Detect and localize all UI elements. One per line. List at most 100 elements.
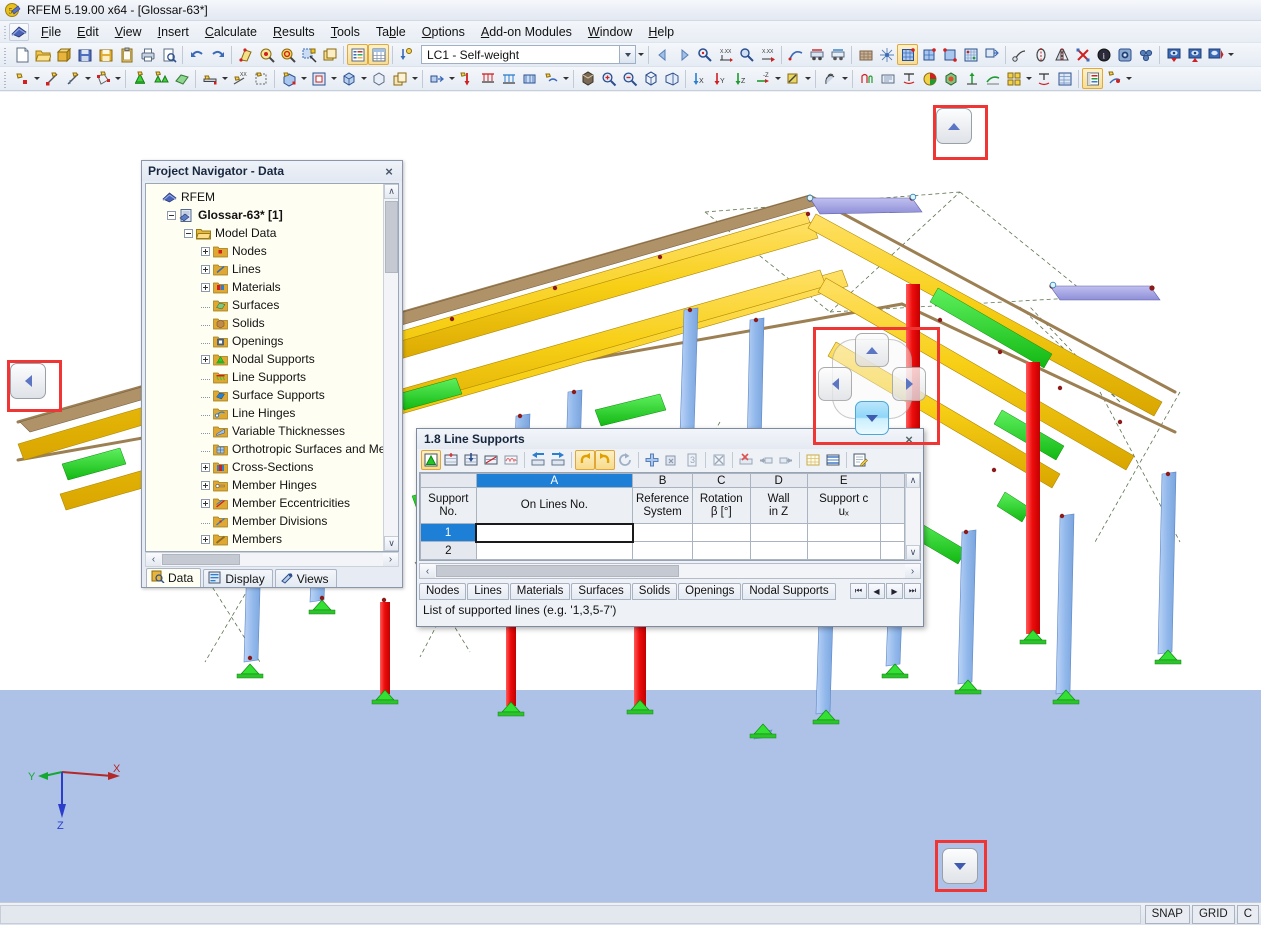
scroll-up-button[interactable]: ∧ (384, 184, 398, 199)
insert-row-icon[interactable] (441, 450, 461, 470)
expand-plus-icon[interactable] (201, 354, 210, 364)
menu-item-table[interactable]: Table (368, 23, 414, 41)
expand-plus-icon[interactable] (201, 534, 210, 544)
column-letter-header[interactable]: A (475, 473, 634, 488)
move-left-icon[interactable] (528, 450, 548, 470)
column-letter-header[interactable]: E (806, 473, 881, 488)
grid-vertical-scrollbar[interactable]: ∧ ∨ (905, 473, 920, 560)
new-polyline-icon[interactable] (92, 68, 113, 89)
sheet-tab-surfaces[interactable]: Surfaces (571, 582, 631, 600)
new-free-load-dropdown-arrow[interactable] (561, 68, 570, 89)
line-supports-table-window[interactable]: 1.8 Line Supports × 3 A B C D E Support … (416, 428, 924, 627)
settings-icon[interactable] (1114, 44, 1135, 65)
last-record-button[interactable]: ⏭ (904, 583, 921, 599)
copy-window-icon[interactable] (319, 44, 340, 65)
support-view-icon[interactable] (981, 44, 1002, 65)
result-report-icon[interactable] (1082, 68, 1103, 89)
status-badge[interactable]: GRID (1191, 904, 1235, 924)
toolbar-grip[interactable] (2, 45, 9, 64)
new-surface-icon[interactable] (171, 68, 192, 89)
tree-item-model-data[interactable]: Model Data (150, 224, 398, 242)
navigator-horizontal-scrollbar[interactable]: ‹ › (145, 552, 399, 567)
expand-plus-icon[interactable] (201, 498, 210, 508)
new-line-load-icon[interactable] (477, 68, 498, 89)
column-letter-header[interactable] (879, 473, 906, 488)
new-3d-dropdown-arrow[interactable] (359, 68, 368, 89)
new-member-icon[interactable] (199, 68, 220, 89)
menu-drag-grip[interactable] (2, 23, 8, 40)
redo-icon[interactable] (595, 450, 615, 470)
new-line-dim-icon[interactable]: I (62, 68, 83, 89)
surface-load-icon[interactable] (897, 44, 918, 65)
hinge-icon[interactable] (1009, 44, 1030, 65)
column-letter-header[interactable] (420, 473, 477, 488)
navigator-tabs[interactable]: Data Display Views (142, 567, 402, 587)
table-colors-icon[interactable] (823, 450, 843, 470)
table-cell-extra[interactable] (879, 523, 906, 542)
tree-item-glossar-63-1[interactable]: Glossar-63* [1] (150, 206, 398, 224)
edit-table-icon[interactable] (421, 450, 441, 470)
renumber-icon[interactable]: 3 (682, 450, 702, 470)
axis-x-icon[interactable]: X (689, 68, 710, 89)
delete-right-icon[interactable] (776, 450, 796, 470)
collapse-minus-icon[interactable] (167, 210, 176, 220)
navigator-tab-views[interactable]: Views (274, 569, 337, 587)
new-line-dropdown-arrow[interactable] (83, 68, 92, 89)
tree-item-nodal-supports[interactable]: Nodal Supports (150, 350, 398, 368)
zoom-out-icon[interactable] (619, 68, 640, 89)
scroll-thumb[interactable] (385, 201, 398, 273)
tree-item-variable-thicknesses[interactable]: Variable Thicknesses (150, 422, 398, 440)
open-archive-icon[interactable] (53, 44, 74, 65)
zoom-previous-icon[interactable] (256, 44, 277, 65)
chevron-down-icon[interactable] (619, 46, 635, 63)
navigator-tab-display[interactable]: Display (203, 569, 273, 587)
new-node-dropdown-arrow[interactable] (32, 68, 41, 89)
save-as-icon[interactable] (74, 44, 95, 65)
axis-z-icon[interactable]: Z (731, 68, 752, 89)
menu-item-addon-modules[interactable]: Add-on Modules (473, 23, 580, 41)
sheet-tab-materials[interactable]: Materials (509, 582, 571, 600)
tree-item-surfaces[interactable]: Surfaces (150, 296, 398, 314)
row-settings-icon[interactable] (481, 450, 501, 470)
menu-item-file[interactable]: File (33, 23, 69, 41)
tree-item-line-supports[interactable]: Line Supports (150, 368, 398, 386)
redo-icon[interactable] (207, 44, 228, 65)
guide-icon[interactable] (1135, 44, 1156, 65)
load-case-dropdown-arrow[interactable] (636, 44, 645, 65)
next-loadcase-icon[interactable] (673, 44, 694, 65)
color-result-icon[interactable] (919, 68, 940, 89)
info-icon[interactable]: i (1093, 44, 1114, 65)
new-solid-dropdown-arrow[interactable] (299, 68, 308, 89)
menu-item-options[interactable]: Options (414, 23, 473, 41)
grid-load-icon[interactable] (960, 44, 981, 65)
new-solid-icon[interactable] (278, 68, 299, 89)
smooth-result-icon[interactable] (982, 68, 1003, 89)
status-badge[interactable]: SNAP (1144, 904, 1190, 924)
rotate-view-icon[interactable] (819, 68, 840, 89)
new-free-load-icon[interactable] (540, 68, 561, 89)
results-overflow-arrow[interactable] (1124, 68, 1133, 89)
table-cell-on_lines[interactable] (475, 522, 634, 543)
table-sheet-tabs[interactable]: Nodes Lines Materials Surfaces Solids Opening… (419, 581, 921, 601)
extrude-dropdown-arrow[interactable] (447, 68, 456, 89)
new-surface-load-icon[interactable] (519, 68, 540, 89)
member-load-icon[interactable] (918, 44, 939, 65)
menu-item-tools[interactable]: Tools (323, 23, 368, 41)
display-style-dropdown-arrow[interactable] (803, 68, 812, 89)
dimension-xx-icon[interactable]: X.XX (715, 44, 736, 65)
scroll-left-button[interactable]: ‹ (146, 553, 161, 566)
row-header[interactable]: 1 (420, 523, 477, 542)
view-right-icon[interactable] (1205, 44, 1226, 65)
grid-horizontal-scrollbar[interactable]: ‹ › (419, 563, 921, 579)
result-panel-dropdown-arrow[interactable] (1024, 68, 1033, 89)
collapse-minus-icon[interactable] (184, 228, 193, 238)
h-scroll-thumb[interactable] (162, 554, 240, 565)
toolbar-overflow-arrow[interactable] (1226, 44, 1235, 65)
table-cell-wall_in_z[interactable] (749, 523, 808, 542)
column-letter-header[interactable]: D (749, 473, 808, 488)
delete-all-icon[interactable] (709, 450, 729, 470)
undo-icon[interactable] (575, 450, 595, 470)
menu-item-results[interactable]: Results (265, 23, 323, 41)
tree-item-nodes[interactable]: Nodes (150, 242, 398, 260)
render-solid-icon[interactable] (577, 68, 598, 89)
